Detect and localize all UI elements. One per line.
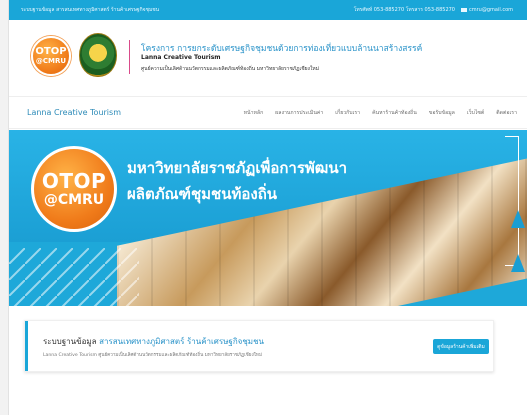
view-more-button[interactable]: ดูข้อมูลร้านค้าเพิ่มเติม <box>433 339 489 354</box>
hero-otop-line2: @CMRU <box>43 192 105 208</box>
project-subtitle-th: ศูนย์ความเป็นเลิศด้านนวัตกรรมและผลิตภัณฑ… <box>141 66 320 72</box>
otop-logo-line2: @CMRU <box>35 57 67 65</box>
nav-home[interactable]: หน้าหลัก <box>244 109 264 117</box>
hero-otop-logo: OTOP @CMRU <box>31 146 117 232</box>
page-left-edge <box>0 0 9 415</box>
contact-phone: โทรศัพท์ 053-885270 โทรสาร 053-885270 <box>353 7 455 13</box>
hero-banner: OTOP @CMRU มหาวิทยาลัยราชภัฏเพื่อการพัฒน… <box>9 130 527 306</box>
hero-otop-line1: OTOP <box>41 169 107 193</box>
top-bar-title: ระบบฐานข้อมูล สารสนเทศทางภูมิศาสตร์ ร้าน… <box>21 7 160 13</box>
info-card-title: ระบบฐานข้อมูล สารสนเทศทางภูมิศาสตร์ ร้าน… <box>43 335 264 348</box>
project-subtitle-en: Lanna Creative Tourism <box>141 54 221 61</box>
nav-website[interactable]: เว็บไซต์ <box>467 109 484 117</box>
project-title: โครงการ การยกระดับเศรษฐกิจชุมชนด้วยการท่… <box>141 44 423 54</box>
university-seal-logo[interactable] <box>79 33 117 77</box>
nav-request-info[interactable]: ขอรับข้อมูล <box>429 109 455 117</box>
slider-next-icon[interactable] <box>511 254 525 272</box>
top-bar: ระบบฐานข้อมูล สารสนเทศทางภูมิศาสตร์ ร้าน… <box>9 0 527 20</box>
hero-frame-decoration <box>505 136 519 266</box>
hero-headline-1: มหาวิทยาลัยราชภัฏเพื่อการพัฒนา <box>127 159 348 177</box>
info-title-prefix: ระบบฐานข้อมูล <box>43 337 97 346</box>
info-title-highlight: สารสนเทศทางภูมิศาสตร์ ร้านค้าเศรษฐกิจชุม… <box>99 337 264 346</box>
nav-search-shops[interactable]: ค้นหาร้านค้าท้องถิ่น <box>372 109 417 117</box>
info-card: ระบบฐานข้อมูล สารสนเทศทางภูมิศาสตร์ ร้าน… <box>24 320 494 372</box>
site-header: OTOP @CMRU โครงการ การยกระดับเศรษฐกิจชุม… <box>9 20 527 82</box>
otop-logo[interactable]: OTOP @CMRU <box>31 36 71 76</box>
nav-results[interactable]: ผลงานการประเมินค่า <box>275 109 323 117</box>
nav-contact[interactable]: ติดต่อเรา <box>496 109 517 117</box>
mail-icon <box>461 7 467 12</box>
slider-prev-icon[interactable] <box>511 210 525 228</box>
header-divider <box>129 40 130 74</box>
info-card-accent <box>25 321 28 371</box>
top-bar-contact: โทรศัพท์ 053-885270 โทรสาร 053-885270 cm… <box>354 6 513 14</box>
navbar-brand[interactable]: Lanna Creative Tourism <box>27 108 244 117</box>
info-card-description: Lanna Creative Tourism ศูนย์ความเป็นเลิศ… <box>43 353 262 358</box>
nav-about[interactable]: เกี่ยวกับเรา <box>335 109 360 117</box>
nav-links: หน้าหลัก ผลงานการประเมินค่า เกี่ยวกับเรา… <box>244 109 517 117</box>
main-navbar: Lanna Creative Tourism หน้าหลัก ผลงานการ… <box>9 96 527 129</box>
hero-triangle-pattern <box>9 248 139 306</box>
contact-email: cmru@gmail.com <box>469 7 513 13</box>
contact-email-link[interactable]: cmru@gmail.com <box>461 7 513 13</box>
hero-headline-2: ผลิตภัณฑ์ชุมชนท้องถิ่น <box>127 185 278 203</box>
otop-logo-line1: OTOP <box>35 46 67 57</box>
